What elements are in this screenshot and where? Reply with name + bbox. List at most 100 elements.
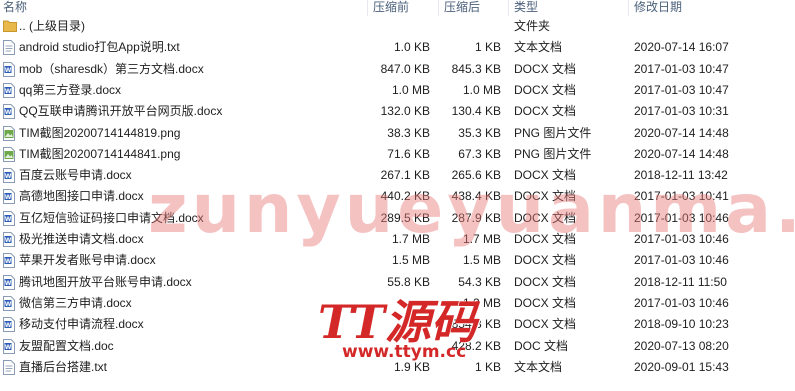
file-name: 腾讯地图开放平台账号申请.docx [19, 274, 192, 289]
file-row[interactable]: W 苹果开发者账号申请.docx 1.5 MB 1.5 MB DOCX 文档 2017-0… [0, 250, 795, 271]
file-row[interactable]: W 微信第三方申请.docx 1.2 MB DOCX 文档 2017-01-03 10:… [0, 293, 795, 314]
file-compressed-size: 289.5 KB [380, 210, 430, 225]
file-name: TIM截图20200714144841.png [19, 146, 181, 161]
file-row[interactable]: W 腾讯地图开放平台账号申请.docx 55.8 KB 54.3 KB DOCX 文档 2… [0, 272, 795, 293]
file-original-size: 854.3 KB [451, 317, 501, 332]
column-divider[interactable] [367, 0, 368, 16]
word-file-icon: W [3, 232, 15, 247]
file-original-size: 130.4 KB [451, 104, 501, 119]
file-name: mob（sharesdk）第三方文档.docx [19, 61, 204, 76]
file-original-size: 1.2 MB [462, 295, 501, 310]
image-file-icon [3, 146, 15, 162]
file-type: DOCX 文档 [514, 61, 577, 76]
file-original-size: 1.7 MB [462, 232, 501, 246]
file-type: 文本文档 [514, 359, 563, 374]
file-row[interactable]: TIM截图20200714144819.png 38.3 KB 35.3 KB PNG… [0, 123, 795, 144]
column-divider[interactable] [628, 0, 629, 16]
file-modified-date: 2018-12-11 13:42 [634, 168, 728, 183]
file-original-size: 1 KB [474, 359, 501, 374]
file-row[interactable]: .. (上级目录) 文件夹 [0, 16, 795, 37]
file-compressed-size: 1.0 MB [391, 82, 430, 97]
file-modified-date: 2020-07-14 14:48 [634, 125, 729, 140]
file-type: DOCX 文档 [514, 82, 577, 97]
svg-text:W: W [5, 173, 12, 180]
svg-text:W: W [5, 194, 12, 201]
svg-text:W: W [5, 88, 12, 95]
file-type: DOC 文档 [514, 338, 569, 353]
word-file-icon: W [3, 210, 15, 226]
file-row[interactable]: W 高德地图接口申请.docx 440.2 KB 438.4 KB DOCX 文档 201… [0, 186, 795, 207]
file-name: 极光推送申请文档.docx [19, 232, 144, 246]
folder-icon [3, 19, 17, 34]
svg-text:W: W [5, 109, 12, 116]
file-type: DOCX 文档 [514, 317, 577, 332]
file-modified-date: 2017-01-03 10:46 [634, 253, 729, 268]
svg-text:W: W [5, 67, 12, 74]
text-file-icon [3, 40, 15, 56]
file-original-size: 845.3 KB [451, 61, 501, 76]
file-row[interactable]: W 友盟配置文档.doc 428.2 KB DOC 文档 2020-07-13 08:2… [0, 336, 795, 357]
file-name: TIM截图20200714144819.png [19, 125, 181, 140]
word-file-icon: W [3, 295, 15, 311]
file-modified-date: 2017-01-03 10:46 [634, 295, 729, 310]
column-header-modified[interactable]: 修改日期 [634, 0, 682, 15]
column-header-type[interactable]: 类型 [514, 0, 538, 15]
word-file-icon: W [3, 338, 15, 354]
file-type: PNG 图片文件 [514, 125, 592, 140]
file-row[interactable]: android studio打包App说明.txt 1.0 KB 1 KB 文本文档 2… [0, 37, 795, 58]
file-original-size: 428.2 KB [451, 338, 501, 353]
file-original-size: 1 KB [474, 40, 501, 55]
file-type: DOCX 文档 [514, 295, 577, 310]
file-original-size: 67.3 KB [458, 146, 501, 161]
file-modified-date: 2020-07-14 14:48 [634, 146, 729, 161]
file-row[interactable]: 直播后台搭建.txt 1.9 KB 1 KB 文本文档 2020-09-01 15:43 [0, 357, 795, 378]
file-original-size: 287.9 KB [451, 210, 501, 225]
file-type: DOCX 文档 [514, 168, 577, 183]
file-modified-date: 2020-07-13 08:20 [634, 338, 729, 353]
file-modified-date: 2017-01-03 10:46 [634, 232, 729, 246]
file-type: DOCX 文档 [514, 210, 577, 225]
file-row[interactable]: TIM截图20200714144841.png 71.6 KB 67.3 KB PNG… [0, 144, 795, 165]
file-original-size: 54.3 KB [458, 274, 501, 289]
file-row[interactable]: W 互亿短信验证码接口申请文档.docx 289.5 KB 287.9 KB DOCX … [0, 208, 795, 229]
file-row[interactable]: W 极光推送申请文档.docx 1.7 MB 1.7 MB DOCX 文档 2017-01… [0, 229, 795, 250]
file-compressed-size: 1.5 MB [391, 253, 430, 268]
file-compressed-size: 267.1 KB [380, 168, 430, 183]
column-header-original[interactable]: 压缩后 [444, 0, 480, 15]
word-file-icon: W [3, 189, 15, 205]
file-original-size: 1.5 MB [462, 253, 501, 268]
file-compressed-size: 71.6 KB [387, 146, 430, 161]
file-name: 百度云账号申请.docx [19, 168, 132, 183]
word-file-icon: W [3, 274, 15, 290]
file-name: 高德地图接口申请.docx [19, 189, 144, 204]
file-type: 文本文档 [514, 40, 563, 55]
word-file-icon: W [3, 317, 15, 333]
file-type: DOCX 文档 [514, 274, 577, 289]
column-header-compressed[interactable]: 压缩前 [373, 0, 409, 15]
file-row[interactable]: W QQ互联申请腾讯开放平台网页版.docx 132.0 KB 130.4 KB DOC… [0, 101, 795, 122]
file-modified-date: 2020-09-01 15:43 [634, 359, 729, 374]
file-row[interactable]: Wmob（sharesdk）第三方文档.docx 847.0 KB 845.3 KB… [0, 59, 795, 80]
file-modified-date: 2017-01-03 10:46 [634, 210, 729, 225]
column-divider[interactable] [438, 0, 439, 16]
file-name: 直播后台搭建.txt [19, 359, 108, 374]
file-row[interactable]: W 百度云账号申请.docx 267.1 KB 265.6 KB DOCX 文档 2018… [0, 165, 795, 186]
file-type: DOCX 文档 [514, 253, 577, 268]
file-type: DOCX 文档 [514, 232, 577, 246]
svg-text:W: W [5, 280, 12, 287]
file-compressed-size: 1.7 MB [391, 232, 430, 246]
file-row[interactable]: W 移动支付申请流程.docx 854.3 KB DOCX 文档 2018-09-10 … [0, 314, 795, 335]
file-original-size: 35.3 KB [458, 125, 501, 140]
column-divider[interactable] [508, 0, 509, 16]
file-modified-date: 2017-01-03 10:47 [634, 61, 729, 76]
file-modified-date: 2017-01-03 10:41 [634, 189, 729, 204]
image-file-icon [3, 125, 15, 141]
file-row[interactable]: Wqq第三方登录.docx 1.0 MB 1.0 MB DOCX 文档 2017-01-… [0, 80, 795, 101]
svg-text:W: W [5, 237, 12, 244]
column-header: 名称 压缩前 压缩后 类型 修改日期 [0, 0, 795, 16]
column-header-name[interactable]: 名称 [3, 0, 27, 15]
word-file-icon: W [3, 61, 15, 77]
file-compressed-size: 1.9 KB [393, 359, 430, 374]
file-type: 文件夹 [514, 19, 551, 33]
file-compressed-size: 847.0 KB [380, 61, 430, 76]
